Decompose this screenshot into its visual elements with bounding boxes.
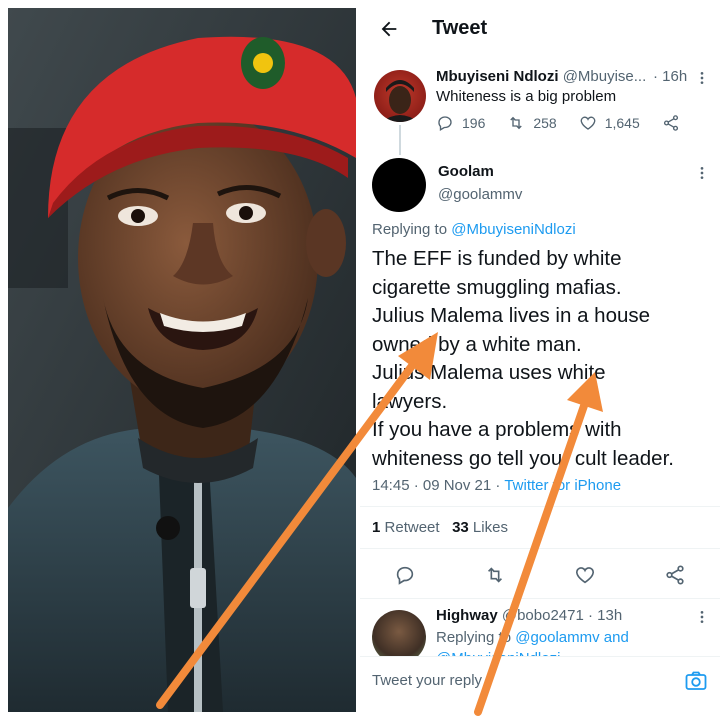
retweet-total: 1	[372, 519, 381, 536]
tweet-source-link[interactable]: Twitter for iPhone	[504, 477, 621, 494]
thread-connector-line	[399, 125, 401, 155]
tweet-line: whiteness go tell your cult leader.	[372, 446, 674, 470]
tweet-timestamp: 14:45 · 09 Nov 21 ·	[372, 477, 505, 494]
top-bar: Tweet	[360, 0, 720, 58]
reply-author-handle: @bobo2471 · 13h	[501, 607, 623, 624]
tweet-line: If you have a problems with	[372, 418, 622, 441]
replying-to-line: Replying to @MbuyiseniNdlozi	[372, 221, 576, 238]
heart-icon	[580, 116, 596, 130]
likes-stat[interactable]: 33 Likes	[452, 519, 508, 536]
share-icon	[663, 115, 678, 131]
like-count: 1,645	[604, 115, 640, 131]
original-tweet-text: Whiteness is a big problem	[436, 88, 617, 105]
retweet-count: 258	[533, 115, 557, 131]
more-options-icon[interactable]	[694, 165, 710, 181]
reply-author[interactable]: Highway @bobo2471 · 13h	[436, 607, 622, 624]
reply-replying-to: Replying to @goolammv and	[436, 629, 629, 646]
reply-author-name: Highway	[436, 607, 498, 624]
tweet-line: cigarette smuggling mafias.	[372, 275, 622, 299]
divider	[360, 548, 720, 549]
tweet-line: The EFF is funded by white	[372, 247, 622, 270]
main-author-handle[interactable]: @goolammv	[438, 186, 522, 203]
main-tweet-actions	[360, 560, 720, 590]
retweets-stat[interactable]: 1 Retweet	[372, 519, 440, 536]
camera-icon[interactable]	[684, 669, 708, 693]
main-tweet-text: The EFF is funded by white cigarette smu…	[372, 245, 716, 473]
avatar-portrait-icon	[382, 80, 418, 122]
tweet-line: Julius Malema lives in a house	[372, 304, 651, 327]
retweet-action[interactable]: 258	[507, 114, 557, 132]
like-action[interactable]: 1,645	[579, 114, 640, 132]
replying-to-label: Replying to	[372, 221, 448, 238]
original-tweet-time: · 16h	[653, 68, 688, 85]
main-author-name[interactable]: Goolam	[438, 163, 494, 180]
tweet-stats: 1 Retweet 33 Likes	[372, 519, 508, 536]
original-author-handle: @Mbuyise...	[562, 68, 647, 85]
reply-input[interactable]	[372, 663, 652, 697]
reply-count: 196	[462, 115, 486, 131]
original-author-name: Mbuyiseni Ndlozi	[436, 68, 559, 85]
reply-action[interactable]: 196	[436, 114, 485, 132]
tweet-meta: 14:45 · 09 Nov 21 · Twitter for iPhone	[372, 477, 621, 494]
original-tweet-actions: 196 258 1,645	[436, 114, 702, 132]
tweet-line: owned by a white man.	[372, 332, 582, 356]
original-author[interactable]: Mbuyiseni Ndlozi @Mbuyise...	[436, 68, 646, 85]
retweet-stat-label: Retweet	[384, 519, 440, 536]
retweet-icon[interactable]	[484, 564, 506, 586]
reply-icon	[438, 116, 452, 131]
reply-icon[interactable]	[394, 564, 416, 586]
avatar-mbuyiseni[interactable]	[374, 70, 426, 122]
tweet-line: Julius Malema uses white	[372, 361, 606, 384]
divider	[360, 506, 720, 507]
retweet-icon	[510, 116, 523, 130]
heart-icon[interactable]	[574, 564, 596, 586]
reply-replying-label: Replying to	[436, 629, 512, 646]
reply-composer	[360, 656, 720, 720]
share-action[interactable]	[662, 114, 680, 132]
tweet-detail-panel: Tweet Mbuyiseni Ndlozi @Mbuyise... · 16h…	[360, 0, 720, 720]
reply-replying-handles[interactable]: @goolammv and	[515, 629, 629, 646]
avatar-goolam[interactable]	[372, 158, 426, 212]
like-stat-label: Likes	[472, 519, 508, 536]
replying-to-handle-link[interactable]: @MbuyiseniNdlozi	[451, 221, 575, 238]
page-title: Tweet	[432, 17, 488, 39]
divider	[360, 598, 720, 599]
tweet-line: lawyers.	[372, 389, 448, 413]
like-total: 33	[452, 519, 469, 536]
share-icon[interactable]	[664, 564, 686, 586]
more-options-icon[interactable]	[694, 609, 710, 625]
back-arrow-icon[interactable]	[378, 18, 400, 40]
man-in-red-beret-illustration	[8, 8, 356, 712]
more-options-icon[interactable]	[694, 70, 710, 86]
profile-photo	[8, 8, 356, 712]
